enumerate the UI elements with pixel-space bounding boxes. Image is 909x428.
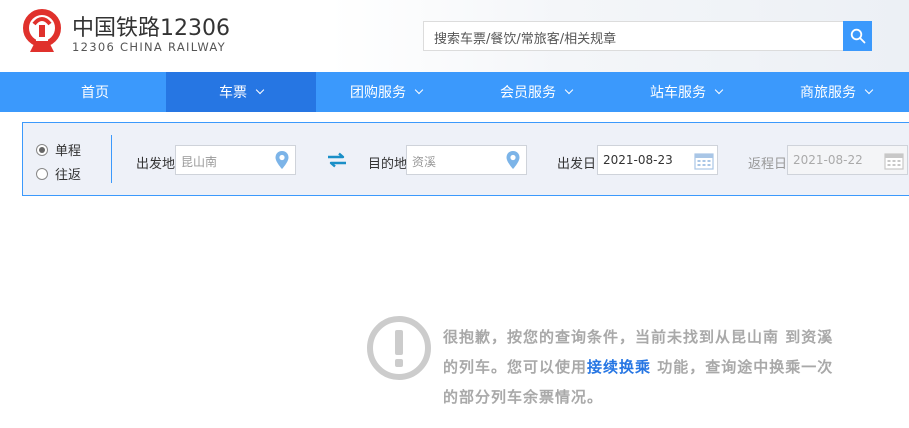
main-nav: 首页 车票 团购服务 会员服务 站车服务 商旅服务 <box>0 72 909 112</box>
nav-item-label: 首页 <box>81 85 109 101</box>
chevron-down-icon <box>714 85 724 95</box>
radio-one-way[interactable] <box>36 143 48 156</box>
trip-type-label: 往返 <box>55 168 82 183</box>
return-date-field[interactable]: 2021-08-22 <box>787 145 908 175</box>
brand-name[interactable]: 中国铁路12306 <box>72 10 230 42</box>
warning-icon <box>367 316 431 380</box>
nav-item-tickets[interactable]: 车票 <box>166 72 316 112</box>
to-label: 目的地 <box>368 157 408 172</box>
trip-type-round-trip[interactable]: 往返 <box>36 164 81 183</box>
logo-icon[interactable] <box>22 8 62 54</box>
to-station-field[interactable]: 资溪 <box>406 145 527 175</box>
depart-date-value: 2021-08-23 <box>603 153 673 167</box>
nav-item-member-service[interactable]: 会员服务 <box>461 72 611 112</box>
message-line: 很抱歉，按您的查询条件，当前未找到从昆山南 到资溪 <box>443 328 834 346</box>
chevron-down-icon <box>864 85 874 95</box>
nav-item-station-service[interactable]: 站车服务 <box>611 72 761 112</box>
calendar-icon[interactable] <box>884 152 904 170</box>
location-pin-icon[interactable] <box>274 150 290 170</box>
message-line: 的部分列车余票情况。 <box>443 388 604 406</box>
calendar-icon[interactable] <box>694 152 714 170</box>
nav-item-home[interactable]: 首页 <box>20 72 170 112</box>
search-button[interactable] <box>843 21 872 51</box>
radio-round-trip[interactable] <box>36 167 48 180</box>
return-date-value: 2021-08-22 <box>793 153 863 167</box>
nav-item-label: 商旅服务 <box>800 85 856 101</box>
nav-item-label: 会员服务 <box>500 85 556 101</box>
message-text: 功能，查询途中换乘一次 <box>651 358 834 376</box>
chevron-down-icon <box>414 85 424 95</box>
ticket-query-panel: 单程 往返 出发地 昆山南 目的地 资溪 出发日 2021-08-23 返程日 … <box>22 122 909 196</box>
location-pin-icon[interactable] <box>505 150 521 170</box>
brand-subtitle: 12306 CHINA RAILWAY <box>72 40 227 54</box>
chevron-down-icon <box>255 85 265 95</box>
depart-date-field[interactable]: 2021-08-23 <box>597 145 718 175</box>
trip-type-label: 单程 <box>55 144 82 159</box>
depart-date-label: 出发日 <box>557 157 597 172</box>
from-station-field[interactable]: 昆山南 <box>175 145 296 175</box>
no-results-message: 很抱歉，按您的查询条件，当前未找到从昆山南 到资溪 的列车。您可以使用接续换乘 … <box>443 322 873 412</box>
from-label: 出发地 <box>136 157 176 172</box>
chevron-down-icon <box>564 85 574 95</box>
nav-item-business-travel[interactable]: 商旅服务 <box>761 72 909 112</box>
from-station-value: 昆山南 <box>181 155 218 169</box>
nav-item-label: 车票 <box>219 85 247 101</box>
message-line: 的列车。您可以使用接续换乘 功能，查询途中换乘一次 <box>443 352 873 382</box>
nav-item-label: 团购服务 <box>350 85 406 101</box>
transfer-link[interactable]: 接续换乘 <box>587 358 651 376</box>
nav-item-group-service[interactable]: 团购服务 <box>311 72 461 112</box>
search-icon <box>850 28 865 44</box>
header: 中国铁路12306 12306 CHINA RAILWAY 搜索车票/餐饮/常旅… <box>0 0 909 72</box>
message-text: 的列车。您可以使用 <box>443 358 588 376</box>
to-station-value: 资溪 <box>412 155 437 169</box>
trip-type-one-way[interactable]: 单程 <box>36 140 81 159</box>
divider <box>111 135 112 183</box>
swap-icon[interactable] <box>326 152 348 168</box>
return-date-label: 返程日 <box>748 157 788 172</box>
search-input[interactable]: 搜索车票/餐饮/常旅客/相关规章 <box>423 21 843 51</box>
nav-item-label: 站车服务 <box>650 85 706 101</box>
